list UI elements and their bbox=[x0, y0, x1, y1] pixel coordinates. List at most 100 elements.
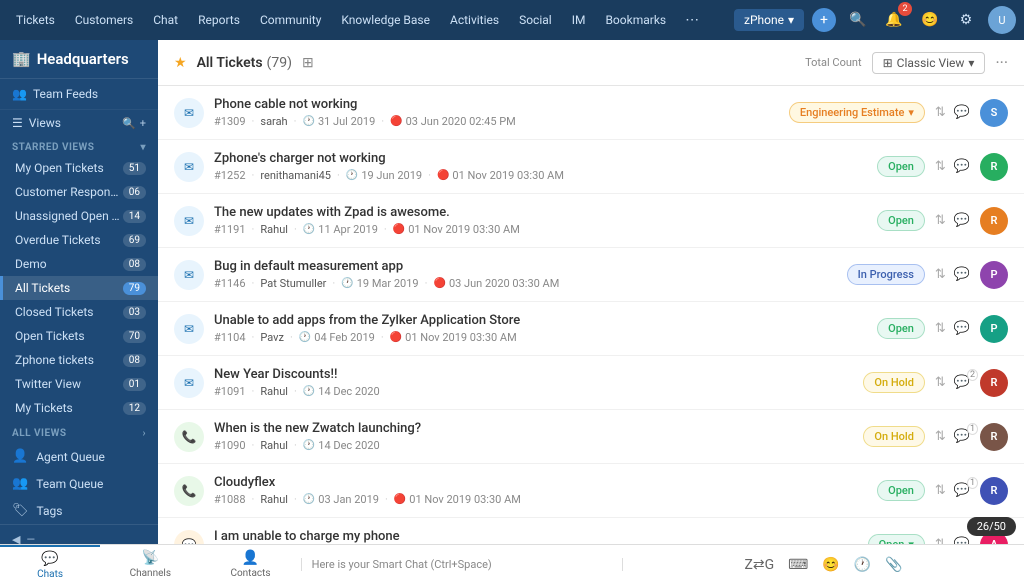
ticket-meta: #1104 · Pavz · 🕐 04 Feb 2019 · 🔴 01 Nov … bbox=[214, 331, 867, 344]
status-badge[interactable]: Engineering Estimate ▾ bbox=[789, 102, 925, 123]
table-row[interactable]: 📞 Cloudyflex #1088 · Rahul · 🕐 03 Jan 20… bbox=[158, 464, 1024, 518]
status-badge[interactable]: On Hold bbox=[863, 426, 924, 447]
status-badge[interactable]: Open ▾ bbox=[868, 534, 925, 544]
nav-item-reports[interactable]: Reports bbox=[190, 9, 248, 31]
nav-item-activities[interactable]: Activities bbox=[442, 9, 507, 31]
clock-icon-btn[interactable]: 🕐 bbox=[854, 557, 871, 573]
bottom-nav-contacts[interactable]: 👤 Contacts bbox=[200, 545, 300, 584]
table-row[interactable]: ✉ The new updates with Zpad is awesome. … bbox=[158, 194, 1024, 248]
sort-icon[interactable]: ⇅ bbox=[935, 537, 946, 544]
sort-icon[interactable]: ⇅ bbox=[935, 105, 946, 120]
add-button[interactable]: + bbox=[812, 8, 836, 32]
nav-item-chat[interactable]: Chat bbox=[145, 9, 186, 31]
filter-icon[interactable]: ⊞ bbox=[302, 55, 314, 71]
sort-icon[interactable]: ⇅ bbox=[935, 321, 946, 336]
sidebar-agent-queue[interactable]: 👤 Agent Queue bbox=[0, 443, 158, 470]
sort-icon[interactable]: ⇅ bbox=[935, 213, 946, 228]
status-badge[interactable]: Open bbox=[877, 156, 925, 177]
chat-icon[interactable]: 💬 bbox=[954, 159, 970, 174]
more-options-button[interactable]: ··· bbox=[995, 53, 1008, 72]
table-row[interactable]: 📞 When is the new Zwatch launching? #109… bbox=[158, 410, 1024, 464]
sidebar-collapse-button[interactable]: ◀ — bbox=[0, 524, 158, 544]
sidebar-tags[interactable]: 🏷 Tags bbox=[0, 497, 158, 524]
calendar-icon: 🕐 bbox=[346, 170, 358, 181]
sidebar-item-open-tickets[interactable]: Open Tickets 70 bbox=[0, 324, 158, 348]
zphone-button[interactable]: zPhone ▾ bbox=[734, 9, 804, 31]
classic-view-button[interactable]: ⊞ Classic View ▾ bbox=[872, 52, 986, 74]
sidebar-item-unassigned[interactable]: Unassigned Open T... 14 bbox=[0, 204, 158, 228]
sort-icon[interactable]: ⇅ bbox=[935, 267, 946, 282]
status-badge[interactable]: Open bbox=[877, 480, 925, 501]
sidebar-item-overdue[interactable]: Overdue Tickets 69 bbox=[0, 228, 158, 252]
chat-icon[interactable]: 💬 bbox=[954, 267, 970, 282]
table-row[interactable]: ✉ New Year Discounts!! #1091 · Rahul · 🕐… bbox=[158, 356, 1024, 410]
add-view-icon[interactable]: + bbox=[140, 117, 146, 130]
sidebar-item-zphone-tickets[interactable]: Zphone tickets 08 bbox=[0, 348, 158, 372]
sort-icon[interactable]: ⇅ bbox=[935, 429, 946, 444]
sidebar-item-my-open-tickets[interactable]: My Open Tickets 51 bbox=[0, 156, 158, 180]
bottom-nav-chats[interactable]: 💬 Chats bbox=[0, 545, 100, 584]
nav-item-customers[interactable]: Customers bbox=[67, 9, 141, 31]
nav-item-social[interactable]: Social bbox=[511, 9, 560, 31]
ticket-id: #1191 bbox=[214, 223, 246, 236]
sidebar-item-closed-tickets[interactable]: Closed Tickets 03 bbox=[0, 300, 158, 324]
chat-icon[interactable]: 💬 bbox=[954, 321, 970, 336]
classic-view-label: Classic View bbox=[897, 56, 965, 70]
search-views-icon[interactable]: 🔍 bbox=[122, 117, 136, 130]
sidebar-brand[interactable]: 🏢 Headquarters bbox=[12, 50, 146, 68]
chat-icon[interactable]: 💬 bbox=[954, 105, 970, 120]
ticket-meta: #1088 · Rahul · 🕐 03 Jan 2019 · 🔴 01 Nov… bbox=[214, 493, 867, 506]
table-row[interactable]: ✉ Phone cable not working #1309 · sarah … bbox=[158, 86, 1024, 140]
star-favorite-icon[interactable]: ★ bbox=[174, 55, 187, 71]
nav-more-button[interactable]: ⋯ bbox=[678, 6, 706, 34]
sidebar-item-demo[interactable]: Demo 08 bbox=[0, 252, 158, 276]
status-badge[interactable]: Open bbox=[877, 318, 925, 339]
team-feeds-label: Team Feeds bbox=[33, 87, 98, 101]
nav-item-tickets[interactable]: Tickets bbox=[8, 9, 63, 31]
nav-item-knowledge-base[interactable]: Knowledge Base bbox=[333, 9, 438, 31]
notification-icon-btn[interactable]: 🔔 2 bbox=[880, 6, 908, 34]
collapse-starred-icon[interactable]: ▾ bbox=[140, 142, 146, 153]
chat-icon[interactable]: 💬 bbox=[954, 213, 970, 228]
user-avatar[interactable]: U bbox=[988, 6, 1016, 34]
nav-item-bookmarks[interactable]: Bookmarks bbox=[597, 9, 674, 31]
sidebar-item-customer-respond[interactable]: Customer Respond... 06 bbox=[0, 180, 158, 204]
sidebar-item-all-tickets[interactable]: All Tickets 79 bbox=[0, 276, 158, 300]
status-badge[interactable]: On Hold bbox=[863, 372, 924, 393]
sort-icon[interactable]: ⇅ bbox=[935, 483, 946, 498]
chat-icon[interactable]: 💬2 bbox=[954, 375, 970, 390]
expand-all-views-icon[interactable]: › bbox=[142, 428, 146, 439]
translate-icon-btn[interactable]: Z⇄G bbox=[745, 557, 775, 573]
chat-icon[interactable]: 💬 bbox=[954, 537, 970, 544]
ticket-info: I am unable to charge my phone #1075 · S… bbox=[214, 529, 858, 544]
views-label-button[interactable]: ☰ Views bbox=[12, 116, 118, 130]
table-row[interactable]: ✉ Zphone's charger not working #1252 · r… bbox=[158, 140, 1024, 194]
table-row[interactable]: ✉ Unable to add apps from the Zylker App… bbox=[158, 302, 1024, 356]
sidebar-item-twitter-view[interactable]: Twitter View 01 bbox=[0, 372, 158, 396]
status-badge[interactable]: Open bbox=[877, 210, 925, 231]
nav-item-im[interactable]: IM bbox=[564, 9, 594, 31]
sidebar-team-feeds[interactable]: 👥 Team Feeds bbox=[0, 79, 158, 110]
ticket-meta: #1252 · renithamani45 · 🕐 19 Jun 2019 · … bbox=[214, 169, 867, 182]
total-count-label[interactable]: Total Count bbox=[805, 56, 861, 69]
settings-icon-btn[interactable]: ⚙ bbox=[952, 6, 980, 34]
sort-icon[interactable]: ⇅ bbox=[935, 375, 946, 390]
sort-icon[interactable]: ⇅ bbox=[935, 159, 946, 174]
status-badge[interactable]: In Progress bbox=[847, 264, 925, 285]
sidebar-item-label: Open Tickets bbox=[15, 329, 123, 343]
sidebar-item-my-tickets[interactable]: My Tickets 12 bbox=[0, 396, 158, 420]
chat-icon[interactable]: 💬1 bbox=[954, 429, 970, 444]
sidebar-team-queue[interactable]: 👥 Team Queue bbox=[0, 470, 158, 497]
table-row[interactable]: 💬 I am unable to charge my phone #1075 ·… bbox=[158, 518, 1024, 544]
agent-status-icon-btn[interactable]: 😊 bbox=[916, 6, 944, 34]
nav-item-community[interactable]: Community bbox=[252, 9, 329, 31]
search-icon-btn[interactable]: 🔍 bbox=[844, 6, 872, 34]
attachment-icon-btn[interactable]: 📎 bbox=[885, 557, 902, 573]
table-row[interactable]: ✉ Bug in default measurement app #1146 ·… bbox=[158, 248, 1024, 302]
bottom-nav-channels[interactable]: 📡 Channels bbox=[100, 545, 200, 584]
smart-chat-input[interactable]: Here is your Smart Chat (Ctrl+Space) bbox=[301, 558, 624, 571]
chat-icon[interactable]: 💬1 bbox=[954, 483, 970, 498]
avatar: R bbox=[980, 369, 1008, 397]
emoji-icon-btn[interactable]: 😊 bbox=[822, 557, 839, 573]
keyboard-icon-btn[interactable]: ⌨ bbox=[788, 557, 808, 573]
